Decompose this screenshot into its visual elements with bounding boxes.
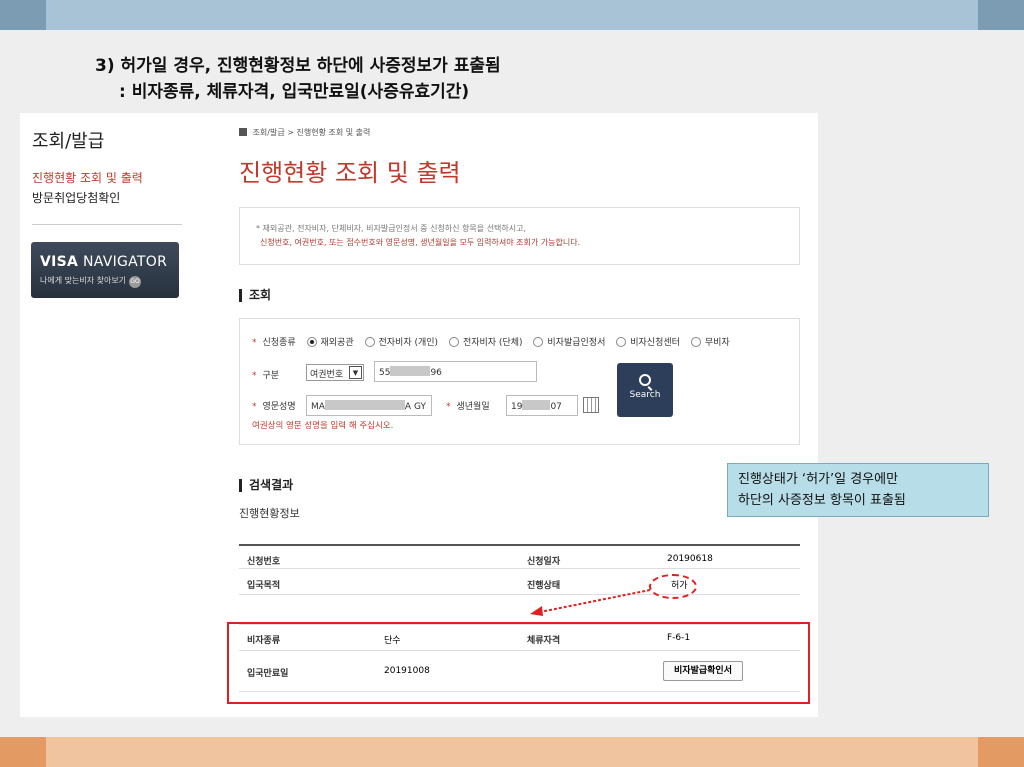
breadcrumb-item[interactable]: 조회/발급 (253, 128, 285, 137)
result-subheading: 진행현황정보 (239, 507, 300, 520)
notice-line2: 신청번호, 여권번호, 또는 접수번호와 영문성명, 생년월일을 모두 입력하셔… (260, 238, 581, 247)
radio-label: 비자신청센터 (630, 338, 680, 348)
radio-button[interactable] (306, 337, 317, 347)
sidebar-title: 조회/발급 (32, 131, 105, 152)
table-label: 신청일자 (527, 557, 561, 567)
search-form: * 신청종류 재외공관 전자비자 (개인) 전자비자 (단체) 비자발급인정서 비… (239, 318, 800, 445)
radio-label: 재외공관 (320, 338, 354, 348)
redaction (522, 400, 551, 410)
table-label: 진행상태 (527, 581, 561, 591)
birth-prefix: 19 (511, 402, 523, 412)
sidebar-item-lottery[interactable]: 방문취업당첨확인 (32, 189, 120, 206)
search-button[interactable]: Search (617, 363, 673, 417)
radio-label: 비자발급인정서 (547, 338, 606, 348)
go-icon: GO (129, 276, 142, 288)
notice-box: * 재외공관, 전자비자, 단체비자, 비자발급인정서 중 신청하신 항목을 선… (239, 207, 800, 265)
radio-button[interactable] (533, 337, 544, 347)
chevron-down-icon: ▼ (349, 366, 362, 379)
breadcrumb-separator: > (287, 128, 294, 137)
radio-button[interactable] (448, 337, 459, 347)
table-row: 신청번호 신청일자 20190618 (239, 544, 800, 569)
banner-brand: VISA (40, 254, 79, 270)
result-heading: 검색결과 (239, 479, 293, 492)
birth-label: 생년월일 (456, 402, 490, 412)
passport-input[interactable]: 55 96 (374, 361, 537, 382)
name-input[interactable]: MA A GY (306, 395, 432, 416)
banner-subtitle: 나에게 맞는비자 찾아보기 (40, 276, 127, 285)
page-title: 진행현황 조회 및 출력 (239, 159, 461, 187)
birth-suffix: 07 (550, 402, 562, 412)
name-row: * 영문성명 (252, 402, 296, 412)
breadcrumb: 조회/발급 > 진행현황 조회 및 출력 (239, 127, 370, 138)
banner-name: NAVIGATOR (82, 254, 168, 270)
type-label: 신청종류 (262, 338, 296, 348)
name-hint: 여권상의 영문 성명을 입력 해 주십시오. (252, 421, 394, 431)
slide-title-line2: : 비자종류, 체류자격, 입국만료일(사증유효기간) (119, 82, 470, 102)
callout-line1: 진행상태가 ‘허가’일 경우에만 (738, 472, 899, 487)
birth-row: * 생년월일 (446, 402, 490, 412)
search-heading: 조회 (239, 289, 271, 302)
gubun-row: * 구분 (252, 371, 280, 381)
highlight-box (227, 622, 810, 704)
radio-label: 전자비자 (개인) (378, 338, 439, 348)
redaction (390, 366, 431, 376)
name-suffix: A GY (404, 402, 426, 412)
calendar-icon[interactable] (583, 397, 599, 413)
search-icon (639, 374, 651, 386)
table-label: 입국목적 (247, 581, 281, 591)
gubun-select-value: 여권번호 (310, 370, 344, 380)
slide-bottom-band (0, 737, 1024, 767)
birth-input[interactable]: 19 07 (506, 395, 578, 416)
search-button-label: Search (629, 390, 661, 400)
type-row: * 신청종류 재외공관 전자비자 (개인) 전자비자 (단체) 비자발급인정서 비… (252, 337, 730, 348)
passport-prefix: 55 (379, 368, 391, 378)
slide-top-band (0, 0, 1024, 30)
table-row: 입국목적 진행상태 허가 (239, 570, 800, 595)
table-label: 신청번호 (247, 557, 281, 567)
visa-navigator-banner[interactable]: VISA NAVIGATOR 나에게 맞는비자 찾아보기 GO (31, 242, 179, 298)
passport-suffix: 96 (430, 368, 442, 378)
notice-line1: * 재외공관, 전자비자, 단체비자, 비자발급인정서 중 신청하신 항목을 선… (256, 224, 527, 233)
name-prefix: MA (311, 402, 325, 412)
table-value: 20190618 (667, 554, 713, 564)
slide-title-line1: 3) 허가일 경우, 진행현황정보 하단에 사증정보가 표출됨 (95, 56, 501, 76)
radio-label: 전자비자 (단체) (462, 338, 523, 348)
radio-button[interactable] (364, 337, 375, 347)
callout-line2: 하단의 사증정보 항목이 표출됨 (738, 493, 906, 508)
redaction (324, 400, 405, 410)
callout-box: 진행상태가 ‘허가’일 경우에만 하단의 사증정보 항목이 표출됨 (727, 463, 989, 517)
sidebar-divider (32, 224, 182, 225)
home-icon[interactable] (239, 128, 247, 136)
name-label: 영문성명 (262, 402, 296, 412)
sidebar-item-status[interactable]: 진행현황 조회 및 출력 (32, 169, 143, 186)
radio-button[interactable] (690, 337, 701, 347)
gubun-label: 구분 (262, 371, 280, 381)
radio-button[interactable] (616, 337, 627, 347)
highlight-ellipse (649, 574, 697, 599)
gubun-select[interactable]: 여권번호 ▼ (306, 364, 364, 381)
radio-label: 무비자 (704, 338, 730, 348)
breadcrumb-item[interactable]: 진행현황 조회 및 출력 (296, 128, 370, 137)
slide-title: 3) 허가일 경우, 진행현황정보 하단에 사증정보가 표출됨 : 비자종류, … (95, 53, 501, 105)
